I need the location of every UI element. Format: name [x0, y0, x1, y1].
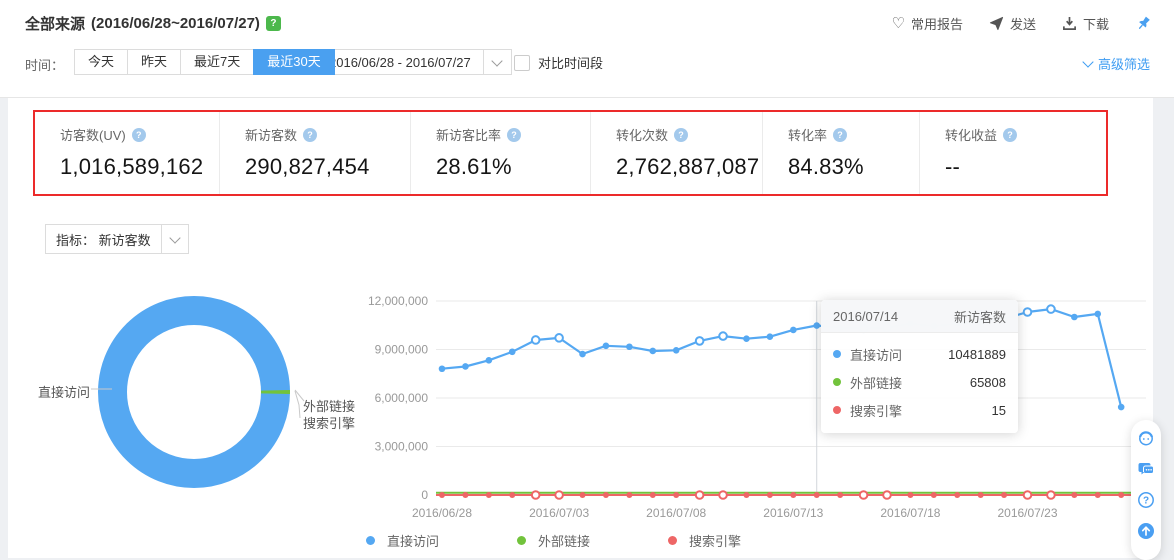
legend-item-external[interactable]: 外部链接 — [517, 531, 590, 550]
arrow-up-icon — [1137, 522, 1155, 540]
series-dot-icon — [833, 406, 841, 414]
tooltip-metric: 新访客数 — [954, 307, 1006, 326]
tooltip-row-search: 搜索引擎 15 — [833, 396, 1006, 424]
legend-dot-icon — [517, 536, 526, 545]
legend-item-direct[interactable]: 直接访问 — [366, 531, 439, 550]
series-direct-line — [442, 309, 1121, 407]
series-dot-icon — [833, 350, 841, 358]
svg-text:12,000,000: 12,000,000 — [368, 294, 428, 308]
tooltip-row-external: 外部链接 65808 — [833, 368, 1006, 396]
pie-slice-direct — [113, 311, 276, 474]
tab-last-30-days[interactable]: 最近30天 — [253, 49, 334, 75]
charts-canvas[interactable]: 0 3,000,000 6,000,000 9,000,000 12,000,000 20… — [0, 0, 1174, 558]
headset-icon — [1137, 429, 1155, 447]
tooltip-body: 直接访问 10481889 外部链接 65808 搜索引擎 15 — [821, 333, 1018, 433]
legend-item-search[interactable]: 搜索引擎 — [668, 531, 741, 550]
svg-text:9,000,000: 9,000,000 — [375, 343, 429, 357]
svg-text:3,000,000: 3,000,000 — [375, 440, 429, 454]
svg-text:2016/06/28: 2016/06/28 — [412, 506, 472, 520]
legend-dot-icon — [366, 536, 375, 545]
line-chart: 0 3,000,000 6,000,000 9,000,000 12,000,000 20… — [368, 294, 1146, 520]
svg-text:6,000,000: 6,000,000 — [375, 391, 429, 405]
tooltip-header: 2016/07/14 新访客数 — [821, 300, 1018, 333]
pie-label-direct: 直接访问 — [38, 382, 90, 401]
svg-text:2016/07/13: 2016/07/13 — [763, 506, 823, 520]
svg-text:?: ? — [1143, 496, 1149, 507]
floating-toolbar: ? — [1131, 420, 1161, 560]
chart-legend: 直接访问 外部链接 搜索引擎 — [366, 531, 819, 550]
svg-text:2016/07/08: 2016/07/08 — [646, 506, 706, 520]
chart-tooltip: 2016/07/14 新访客数 直接访问 10481889 外部链接 65808… — [821, 300, 1018, 433]
svg-text:0: 0 — [421, 488, 428, 502]
tooltip-date: 2016/07/14 — [833, 309, 898, 324]
chat-bubbles-icon — [1137, 460, 1155, 478]
legend-dot-icon — [668, 536, 677, 545]
customer-service-button[interactable] — [1137, 429, 1155, 447]
back-to-top-button[interactable] — [1137, 522, 1155, 540]
svg-text:2016/07/18: 2016/07/18 — [880, 506, 940, 520]
analytics-page: 全部来源 (2016/06/28~2016/07/27) ? ♡ 常用报告 发送… — [0, 0, 1174, 558]
svg-text:2016/07/23: 2016/07/23 — [997, 506, 1057, 520]
feedback-button[interactable] — [1137, 460, 1155, 478]
donut-chart — [91, 311, 304, 474]
series-dot-icon — [833, 378, 841, 386]
tooltip-row-direct: 直接访问 10481889 — [833, 340, 1006, 368]
pie-label-search: 搜索引擎 — [303, 413, 355, 432]
svg-text:2016/07/03: 2016/07/03 — [529, 506, 589, 520]
help-button[interactable]: ? — [1137, 491, 1155, 509]
question-circle-icon: ? — [1137, 491, 1155, 509]
